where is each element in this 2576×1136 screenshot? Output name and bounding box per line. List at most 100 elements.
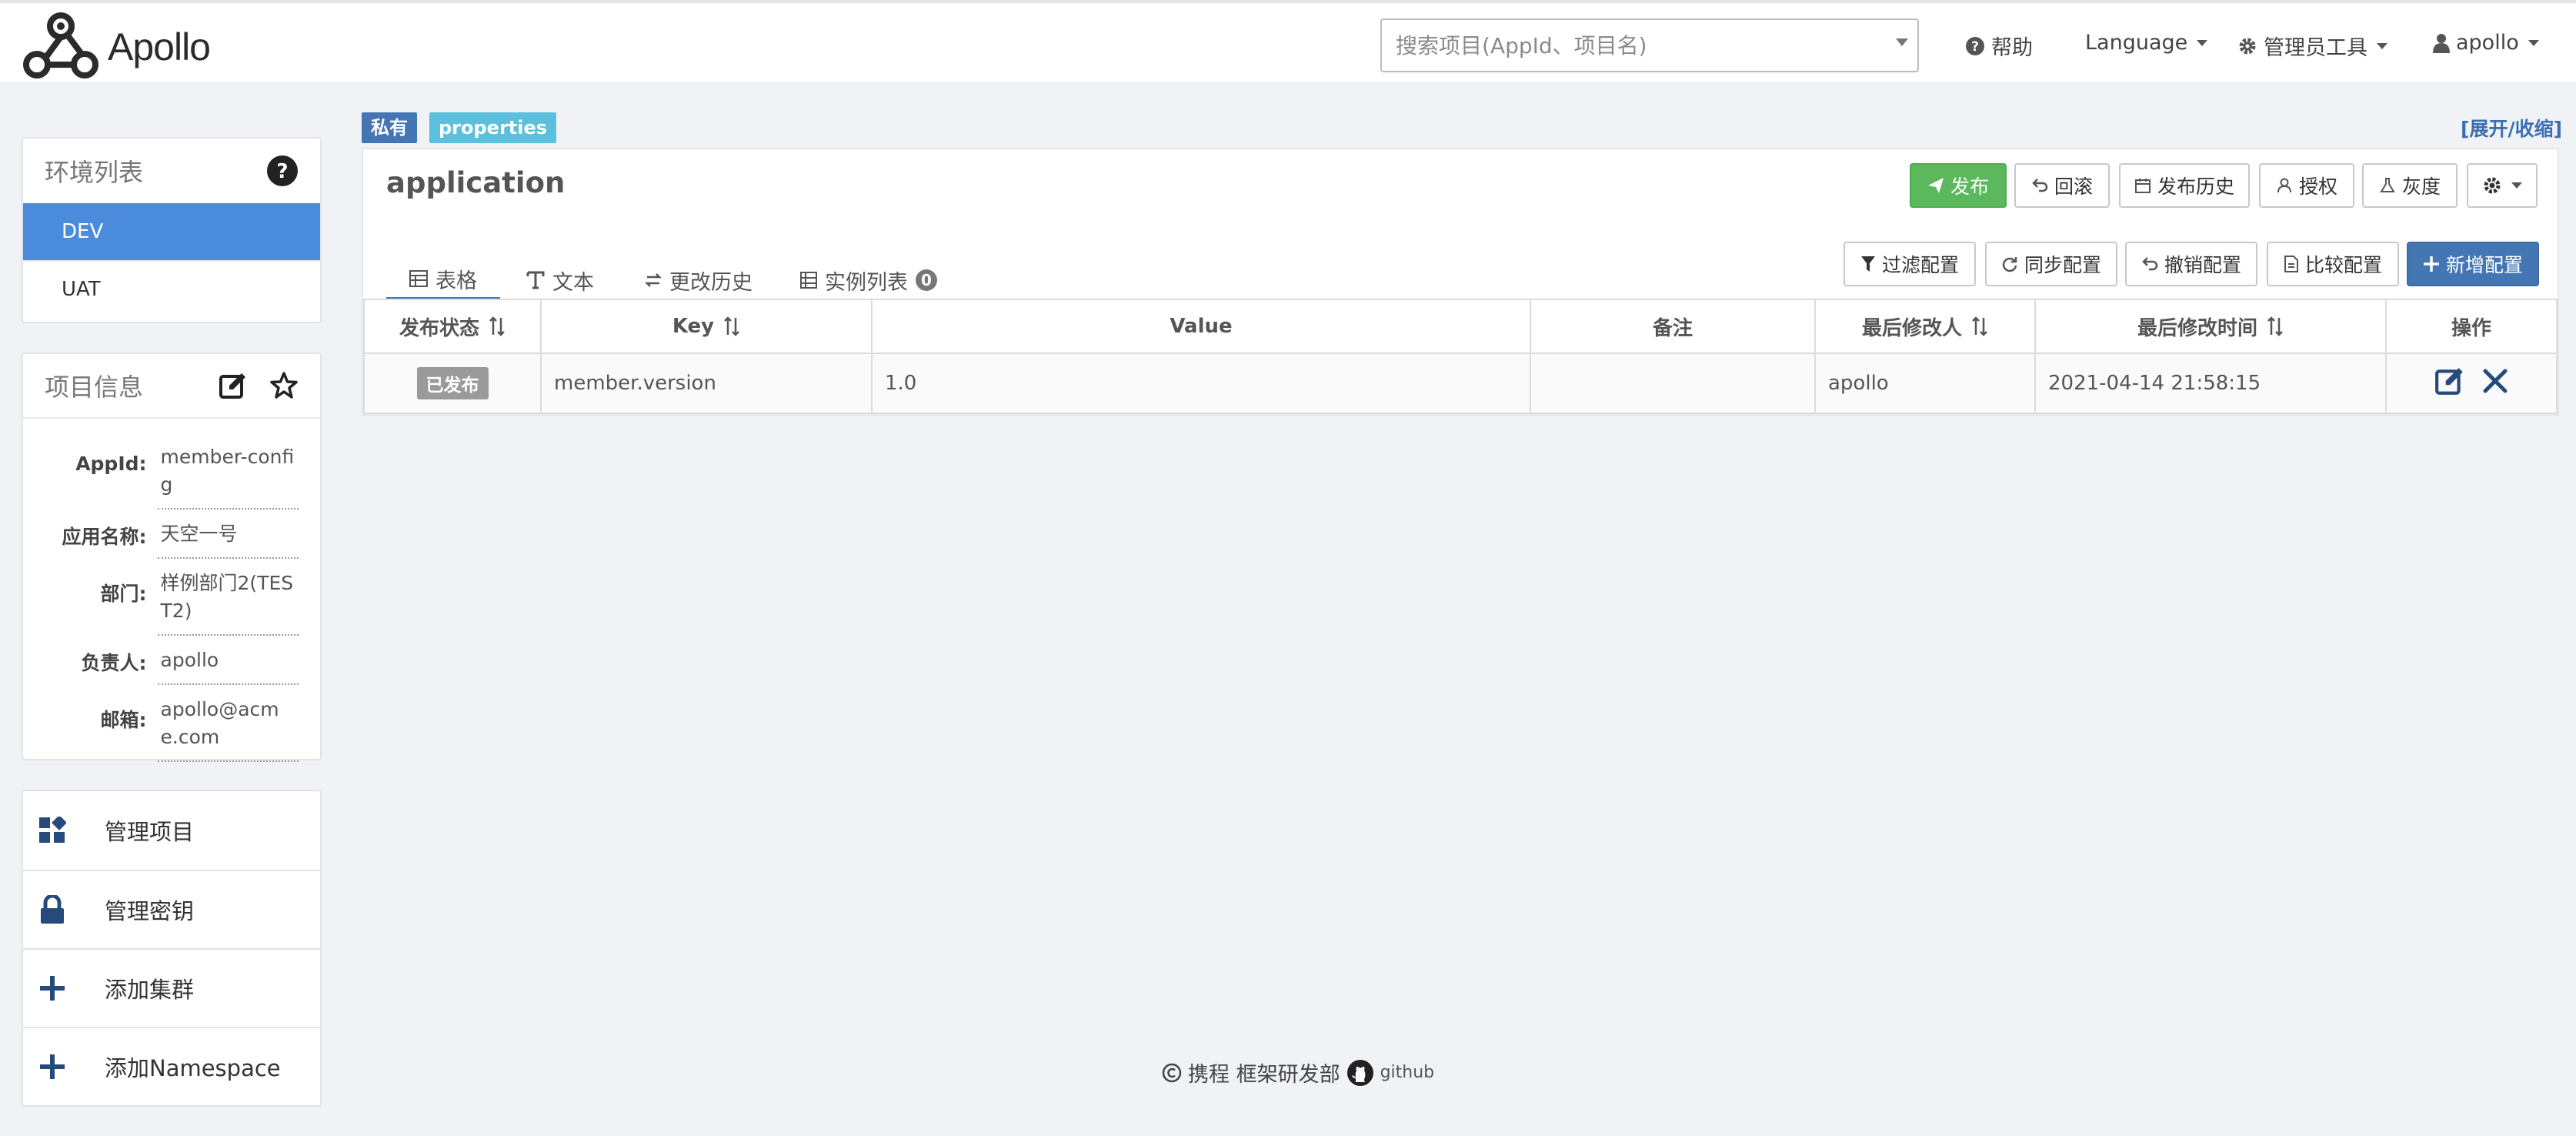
- authorize-button[interactable]: 授权: [2259, 163, 2354, 208]
- filter-config-button[interactable]: 过滤配置: [1844, 242, 1976, 286]
- operations-cell: [2385, 352, 2558, 414]
- info-row-app-name: 应用名称: 天空一号: [23, 516, 320, 559]
- undo-icon: [2142, 257, 2158, 271]
- info-row-email: 邮箱: apollo@acme.com: [23, 691, 320, 762]
- gear-icon: [2239, 38, 2256, 54]
- publish-history-button[interactable]: 发布历史: [2119, 163, 2250, 208]
- github-icon[interactable]: [1346, 1059, 1374, 1087]
- manage-project-label: 管理项目: [105, 819, 195, 845]
- edit-icon[interactable]: [219, 371, 248, 400]
- language-label: Language: [2085, 31, 2188, 55]
- language-menu[interactable]: Language: [2085, 31, 2208, 55]
- project-search[interactable]: [1380, 18, 1919, 72]
- chevron-down-icon: [2197, 39, 2208, 46]
- help-icon[interactable]: ?: [266, 155, 299, 187]
- col-comment: 备注: [1530, 299, 1816, 354]
- revoke-config-label: 撤销配置: [2164, 254, 2241, 276]
- config-table: 发布状态 Key Value 备注 最后修改人 最后修改时间 操作 已发布 me…: [363, 299, 2558, 414]
- sort-icon[interactable]: [1971, 316, 1988, 336]
- top-navbar: Apollo ? 帮助 Language 管理员工具 apollo: [0, 0, 2576, 82]
- plus-icon: [2423, 256, 2439, 272]
- filter-config-label: 过滤配置: [1881, 254, 1959, 276]
- star-icon[interactable]: [269, 371, 299, 400]
- col-modifier[interactable]: 最后修改人: [1814, 299, 2036, 354]
- add-namespace-item[interactable]: 添加Namespace: [23, 1027, 320, 1105]
- env-item-dev[interactable]: DEV: [23, 203, 320, 260]
- apollo-logo-icon[interactable]: [20, 8, 102, 82]
- chevron-down-icon: [2377, 42, 2387, 49]
- lock-icon: [38, 895, 66, 924]
- col-status[interactable]: 发布状态: [363, 299, 542, 354]
- sort-icon[interactable]: [2267, 316, 2284, 336]
- gray-release-label: 灰度: [2401, 175, 2441, 198]
- tab-instances[interactable]: 实例列表 0: [800, 260, 937, 300]
- sort-icon[interactable]: [723, 316, 740, 336]
- file-compare-icon: [2284, 256, 2298, 272]
- col-key[interactable]: Key: [540, 299, 873, 354]
- add-cluster-item[interactable]: 添加集群: [23, 948, 320, 1027]
- manage-project-item[interactable]: 管理项目: [23, 791, 320, 870]
- add-config-label: 新增配置: [2445, 254, 2523, 276]
- compare-config-button[interactable]: 比较配置: [2267, 242, 2399, 286]
- gray-release-button[interactable]: 灰度: [2362, 163, 2458, 208]
- tab-instances-label: 实例列表: [825, 270, 908, 295]
- copyright-icon: [1162, 1063, 1182, 1082]
- chevron-down-icon: [2528, 39, 2539, 46]
- search-input[interactable]: [1382, 20, 1874, 71]
- help-link[interactable]: ? 帮助: [1965, 31, 2033, 61]
- col-modified-time-label: 最后修改时间: [2137, 316, 2257, 340]
- tab-change-history[interactable]: 更改历史: [645, 260, 752, 300]
- app-name-value: 天空一号: [157, 516, 299, 559]
- question-circle-icon: ?: [1966, 36, 1984, 55]
- github-link[interactable]: github: [1380, 1063, 1435, 1082]
- app-title[interactable]: Apollo: [108, 25, 211, 69]
- rollback-button[interactable]: 回滚: [2014, 163, 2110, 208]
- value-cell: 1.0: [871, 352, 1531, 414]
- env-list-header: 环境列表 ?: [23, 139, 320, 203]
- add-config-button[interactable]: 新增配置: [2407, 242, 2539, 286]
- manage-secret-item[interactable]: 管理密钥: [23, 870, 320, 948]
- edit-icon[interactable]: [2434, 366, 2465, 396]
- text-icon: [526, 271, 545, 289]
- tab-table[interactable]: 表格: [386, 260, 500, 300]
- col-status-label: 发布状态: [399, 316, 479, 340]
- tab-text[interactable]: 文本: [526, 260, 594, 300]
- rollback-icon: [2032, 179, 2048, 192]
- env-item-uat[interactable]: UAT: [23, 260, 320, 317]
- delete-icon[interactable]: [2482, 368, 2508, 394]
- app-name-label: 应用名称:: [62, 526, 147, 548]
- admin-tools-menu[interactable]: 管理员工具: [2237, 31, 2387, 61]
- filter-icon: [1860, 256, 1875, 272]
- refresh-icon: [2002, 257, 2017, 272]
- rollback-label: 回滚: [2054, 175, 2093, 198]
- admin-tools-label: 管理员工具: [2264, 36, 2367, 60]
- help-label: 帮助: [1991, 36, 2033, 60]
- project-actions-menu: 管理项目 管理密钥 添加集群 添加Namespace: [22, 790, 322, 1107]
- table-row: 已发布 member.version 1.0 apollo 2021-04-14…: [363, 352, 2558, 414]
- settings-dropdown-button[interactable]: [2467, 163, 2538, 208]
- svg-text:?: ?: [1971, 39, 1979, 55]
- project-info-body: AppId: member-config 应用名称: 天空一号 部门: 样例部门…: [23, 419, 320, 762]
- project-info-panel: 项目信息 AppId: member-config 应用名称: 天空一号 部门:…: [22, 352, 322, 762]
- publish-button[interactable]: 发布: [1910, 163, 2007, 208]
- comment-cell: [1530, 352, 1816, 414]
- expand-collapse-link[interactable]: [展开/收缩]: [2461, 114, 2562, 142]
- footer-text: 携程 框架研发部: [1188, 1063, 1340, 1087]
- plus-icon: [38, 1053, 66, 1081]
- send-icon: [1927, 178, 1944, 193]
- revoke-config-button[interactable]: 撤销配置: [2125, 242, 2257, 286]
- department-label: 部门:: [100, 583, 147, 605]
- info-row-department: 部门: 样例部门2(TEST2): [23, 565, 320, 636]
- sync-config-button[interactable]: 同步配置: [1985, 242, 2117, 286]
- user-menu[interactable]: apollo: [2433, 31, 2539, 55]
- gear-icon: [2484, 177, 2501, 194]
- env-list-panel: 环境列表 ? DEV UAT: [22, 137, 322, 323]
- sort-icon[interactable]: [489, 316, 506, 336]
- department-value: 样例部门2(TEST2): [157, 565, 299, 636]
- namespace-format-tag: properties: [429, 112, 557, 143]
- tab-change-history-label: 更改历史: [669, 270, 752, 295]
- compare-config-label: 比较配置: [2304, 254, 2382, 276]
- search-dropdown-icon[interactable]: [1896, 38, 1908, 46]
- col-modified-time[interactable]: 最后修改时间: [2034, 299, 2387, 354]
- col-modifier-label: 最后修改人: [1861, 316, 1962, 340]
